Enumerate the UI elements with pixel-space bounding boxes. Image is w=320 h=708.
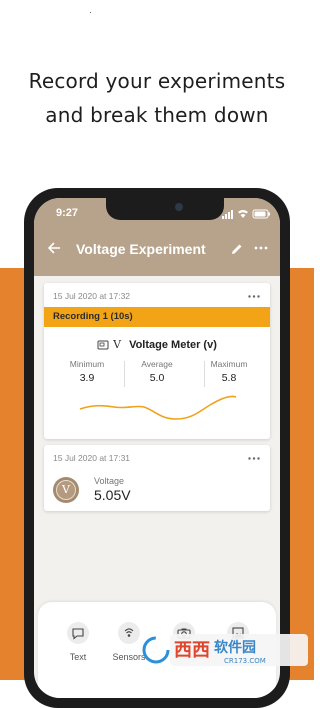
status-icons	[222, 209, 270, 219]
reading-value: 5.05V	[94, 487, 131, 503]
reading-label: Voltage	[94, 476, 125, 486]
sensor-icon	[118, 622, 140, 644]
stat-label: Minimum	[69, 359, 105, 369]
camera-lens	[175, 203, 183, 211]
stat-label: Maximum	[210, 359, 248, 369]
voltage-avatar-symbol: V	[56, 480, 76, 500]
svg-text:软件园: 软件园	[214, 639, 256, 656]
tab-label: Text	[69, 652, 87, 662]
recording-label: Recording 1 (10s)	[53, 311, 133, 322]
voltage-sparkline	[79, 395, 237, 420]
promo-headline-line2: and break them down	[45, 103, 269, 127]
svg-text:CR173.COM: CR173.COM	[224, 657, 266, 665]
sensor-symbol: V	[113, 338, 122, 352]
device-icon	[97, 340, 109, 350]
chat-bubble-icon	[67, 622, 89, 644]
stat-maximum: Maximum 5.8	[191, 359, 267, 384]
card-more-icon[interactable]	[248, 457, 260, 460]
card-more-icon[interactable]	[248, 295, 260, 298]
stat-label: Average	[141, 359, 173, 369]
sensor-name: Voltage Meter (v)	[129, 338, 217, 351]
stat-minimum: Minimum 3.9	[49, 359, 125, 384]
stray-dot	[90, 12, 91, 13]
watermark-logo: 西西 软件园 CR173.COM	[142, 634, 308, 666]
recording-card[interactable]: 15 Jul 2020 at 17:32 Recording 1 (10s) V…	[44, 283, 270, 439]
svg-text:西西: 西西	[174, 640, 210, 661]
phone-notch	[106, 198, 224, 220]
status-time: 9:27	[56, 207, 79, 219]
promo-headline: Record your experiments and break them d…	[0, 64, 314, 132]
more-options-icon[interactable]	[254, 246, 268, 250]
app-title: Voltage Experiment	[76, 241, 206, 257]
promo-headline-line1: Record your experiments	[28, 69, 286, 93]
phone-screen: 9:27 Voltage Experiment 15 Jul 2020 at 1…	[34, 198, 280, 698]
sensor-header: V Voltage Meter (v)	[44, 336, 270, 352]
voltage-reading-card[interactable]: 15 Jul 2020 at 17:31 V Voltage 5.05V	[44, 445, 270, 511]
edit-pencil-icon[interactable]	[230, 242, 244, 256]
back-arrow-icon[interactable]	[46, 240, 62, 256]
card-date: 15 Jul 2020 at 17:32	[53, 291, 131, 301]
recording-bar[interactable]: Recording 1 (10s)	[44, 307, 270, 327]
voltage-avatar-icon: V	[53, 477, 79, 503]
card-date: 15 Jul 2020 at 17:31	[53, 453, 131, 463]
stat-value: 5.8	[221, 372, 237, 384]
stat-value: 5.0	[149, 372, 165, 384]
stat-value: 3.9	[79, 372, 95, 384]
tab-text[interactable]: Text	[58, 622, 98, 662]
stat-average: Average 5.0	[119, 359, 195, 384]
